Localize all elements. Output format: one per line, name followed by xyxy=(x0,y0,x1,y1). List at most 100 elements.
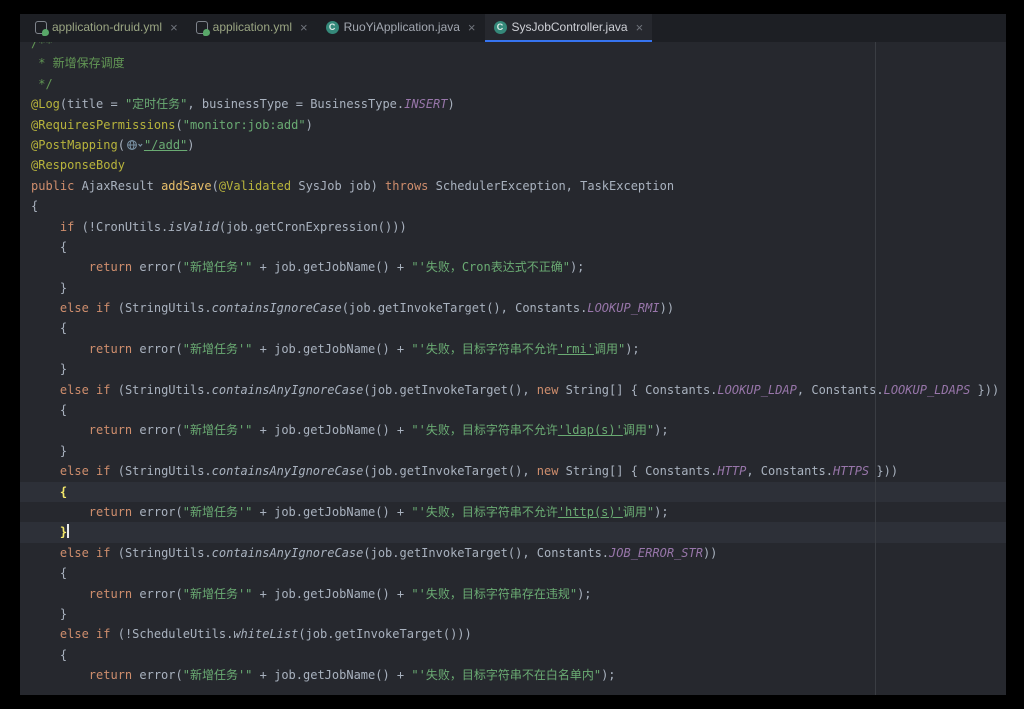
code-token: else xyxy=(60,301,89,315)
code-line[interactable]: else if (StringUtils.containsAnyIgnoreCa… xyxy=(20,543,1006,563)
code-token: if xyxy=(96,464,110,478)
code-token: "/add" xyxy=(144,138,187,152)
code-area: /** * 新增保存调度 */ @Log(title = "定时任务", busi… xyxy=(20,42,1006,686)
code-token: */ xyxy=(31,77,53,91)
code-line[interactable]: return error("新增任务'" + job.getJobName() … xyxy=(20,584,1006,604)
code-token: ); xyxy=(570,260,584,274)
code-token: AjaxResult xyxy=(74,179,161,193)
code-token: (StringUtils. xyxy=(111,383,212,397)
code-token: LOOKUP_RMI xyxy=(587,301,659,315)
code-token: return xyxy=(89,260,132,274)
code-line[interactable]: return error("新增任务'" + job.getJobName() … xyxy=(20,420,1006,440)
code-token xyxy=(89,301,96,315)
code-token: /** xyxy=(31,42,53,50)
code-line[interactable]: public AjaxResult addSave(@Validated Sys… xyxy=(20,176,1006,196)
code-token xyxy=(31,383,60,397)
code-line[interactable]: else if (StringUtils.containsAnyIgnoreCa… xyxy=(20,380,1006,400)
code-token: "'失败，目标字符串不允许 xyxy=(411,423,557,437)
spring-yml-file-icon xyxy=(35,21,47,34)
code-line[interactable]: else if (StringUtils.containsIgnoreCase(… xyxy=(20,298,1006,318)
code-token: } xyxy=(60,525,67,539)
code-token: "'失败，目标字符串不在白名单内" xyxy=(411,668,601,682)
close-tab-icon[interactable]: × xyxy=(300,21,308,34)
url-globe-icon[interactable] xyxy=(126,137,143,157)
editor-tab-ruoyiapplication-java[interactable]: CRuoYiApplication.java× xyxy=(317,14,485,42)
code-line[interactable]: @RequiresPermissions("monitor:job:add") xyxy=(20,115,1006,135)
code-token: containsAnyIgnoreCase xyxy=(212,383,364,397)
editor-tab-application-druid-yml[interactable]: application-druid.yml× xyxy=(26,14,187,42)
editor-tab-sysjobcontroller-java[interactable]: CSysJobController.java× xyxy=(485,14,653,42)
caret-code-line[interactable]: } xyxy=(20,522,1006,542)
code-token: return xyxy=(89,587,132,601)
code-token: return xyxy=(89,342,132,356)
code-editor[interactable]: /** * 新增保存调度 */ @Log(title = "定时任务", busi… xyxy=(20,42,1006,695)
code-token: else xyxy=(60,627,89,641)
code-token: 'rmi' xyxy=(558,342,594,356)
code-line[interactable]: return error("新增任务'" + job.getJobName() … xyxy=(20,339,1006,359)
code-token: addSave xyxy=(161,179,212,193)
code-line[interactable]: */ xyxy=(20,74,1006,94)
code-token: error( xyxy=(132,587,183,601)
screen-background: application-druid.yml×application.yml×CR… xyxy=(0,0,1024,709)
code-line[interactable]: @ResponseBody xyxy=(20,155,1006,175)
code-line[interactable]: * 新增保存调度 xyxy=(20,53,1006,73)
code-line[interactable]: { xyxy=(20,563,1006,583)
code-token: String[] { Constants. xyxy=(558,383,717,397)
code-line[interactable]: @PostMapping("/add") xyxy=(20,135,1006,155)
code-token xyxy=(31,485,60,499)
code-line[interactable]: { xyxy=(20,196,1006,216)
code-token xyxy=(89,383,96,397)
code-line[interactable]: @Log(title = "定时任务", businessType = Busi… xyxy=(20,94,1006,114)
code-token: return xyxy=(89,423,132,437)
code-line[interactable]: { xyxy=(20,400,1006,420)
code-token: 'ldap(s)' xyxy=(558,423,623,437)
code-line[interactable]: else if (StringUtils.containsAnyIgnoreCa… xyxy=(20,461,1006,481)
code-token: (!CronUtils. xyxy=(74,220,168,234)
code-line[interactable]: } xyxy=(20,359,1006,379)
close-tab-icon[interactable]: × xyxy=(170,21,178,34)
code-token: String[] { Constants. xyxy=(558,464,717,478)
close-tab-icon[interactable]: × xyxy=(636,21,644,34)
code-token: { xyxy=(31,566,67,580)
code-line[interactable]: /** xyxy=(20,42,1006,53)
code-token: "新增任务'" xyxy=(183,505,253,519)
code-line[interactable]: { xyxy=(20,482,1006,502)
code-token: ) xyxy=(187,138,194,152)
code-token: else xyxy=(60,383,89,397)
code-token: (job.getInvokeTarget(), xyxy=(363,464,536,478)
editor-tab-application-yml[interactable]: application.yml× xyxy=(187,14,317,42)
code-line[interactable]: else if (!ScheduleUtils.whiteList(job.ge… xyxy=(20,624,1006,644)
code-line[interactable]: } xyxy=(20,604,1006,624)
code-token: ); xyxy=(625,342,639,356)
code-token: + job.getJobName() + xyxy=(252,423,411,437)
code-token xyxy=(31,464,60,478)
code-token: SysJob job) xyxy=(291,179,385,193)
code-token: throws xyxy=(385,179,428,193)
code-line[interactable]: if (!CronUtils.isValid(job.getCronExpres… xyxy=(20,217,1006,237)
code-token: ); xyxy=(601,668,615,682)
close-tab-icon[interactable]: × xyxy=(468,21,476,34)
code-line[interactable]: return error("新增任务'" + job.getJobName() … xyxy=(20,257,1006,277)
text-caret xyxy=(67,524,69,538)
code-token: + job.getJobName() + xyxy=(252,668,411,682)
code-token: { xyxy=(31,240,67,254)
code-token: LOOKUP_LDAP xyxy=(717,383,796,397)
code-line[interactable]: } xyxy=(20,278,1006,298)
code-token: ( xyxy=(176,118,183,132)
code-token: public xyxy=(31,179,74,193)
code-line[interactable]: } xyxy=(20,441,1006,461)
code-token: 调用" xyxy=(623,505,654,519)
code-line[interactable]: return error("新增任务'" + job.getJobName() … xyxy=(20,665,1006,685)
code-line[interactable]: return error("新增任务'" + job.getJobName() … xyxy=(20,502,1006,522)
code-token: + job.getJobName() + xyxy=(252,260,411,274)
code-token: if xyxy=(96,546,110,560)
code-token: error( xyxy=(132,260,183,274)
code-line[interactable]: { xyxy=(20,318,1006,338)
code-line[interactable]: { xyxy=(20,237,1006,257)
code-token: error( xyxy=(132,423,183,437)
code-token: } xyxy=(31,607,67,621)
code-token: HTTPS xyxy=(833,464,869,478)
code-token: if xyxy=(60,220,74,234)
code-token: ); xyxy=(577,587,591,601)
code-line[interactable]: { xyxy=(20,645,1006,665)
